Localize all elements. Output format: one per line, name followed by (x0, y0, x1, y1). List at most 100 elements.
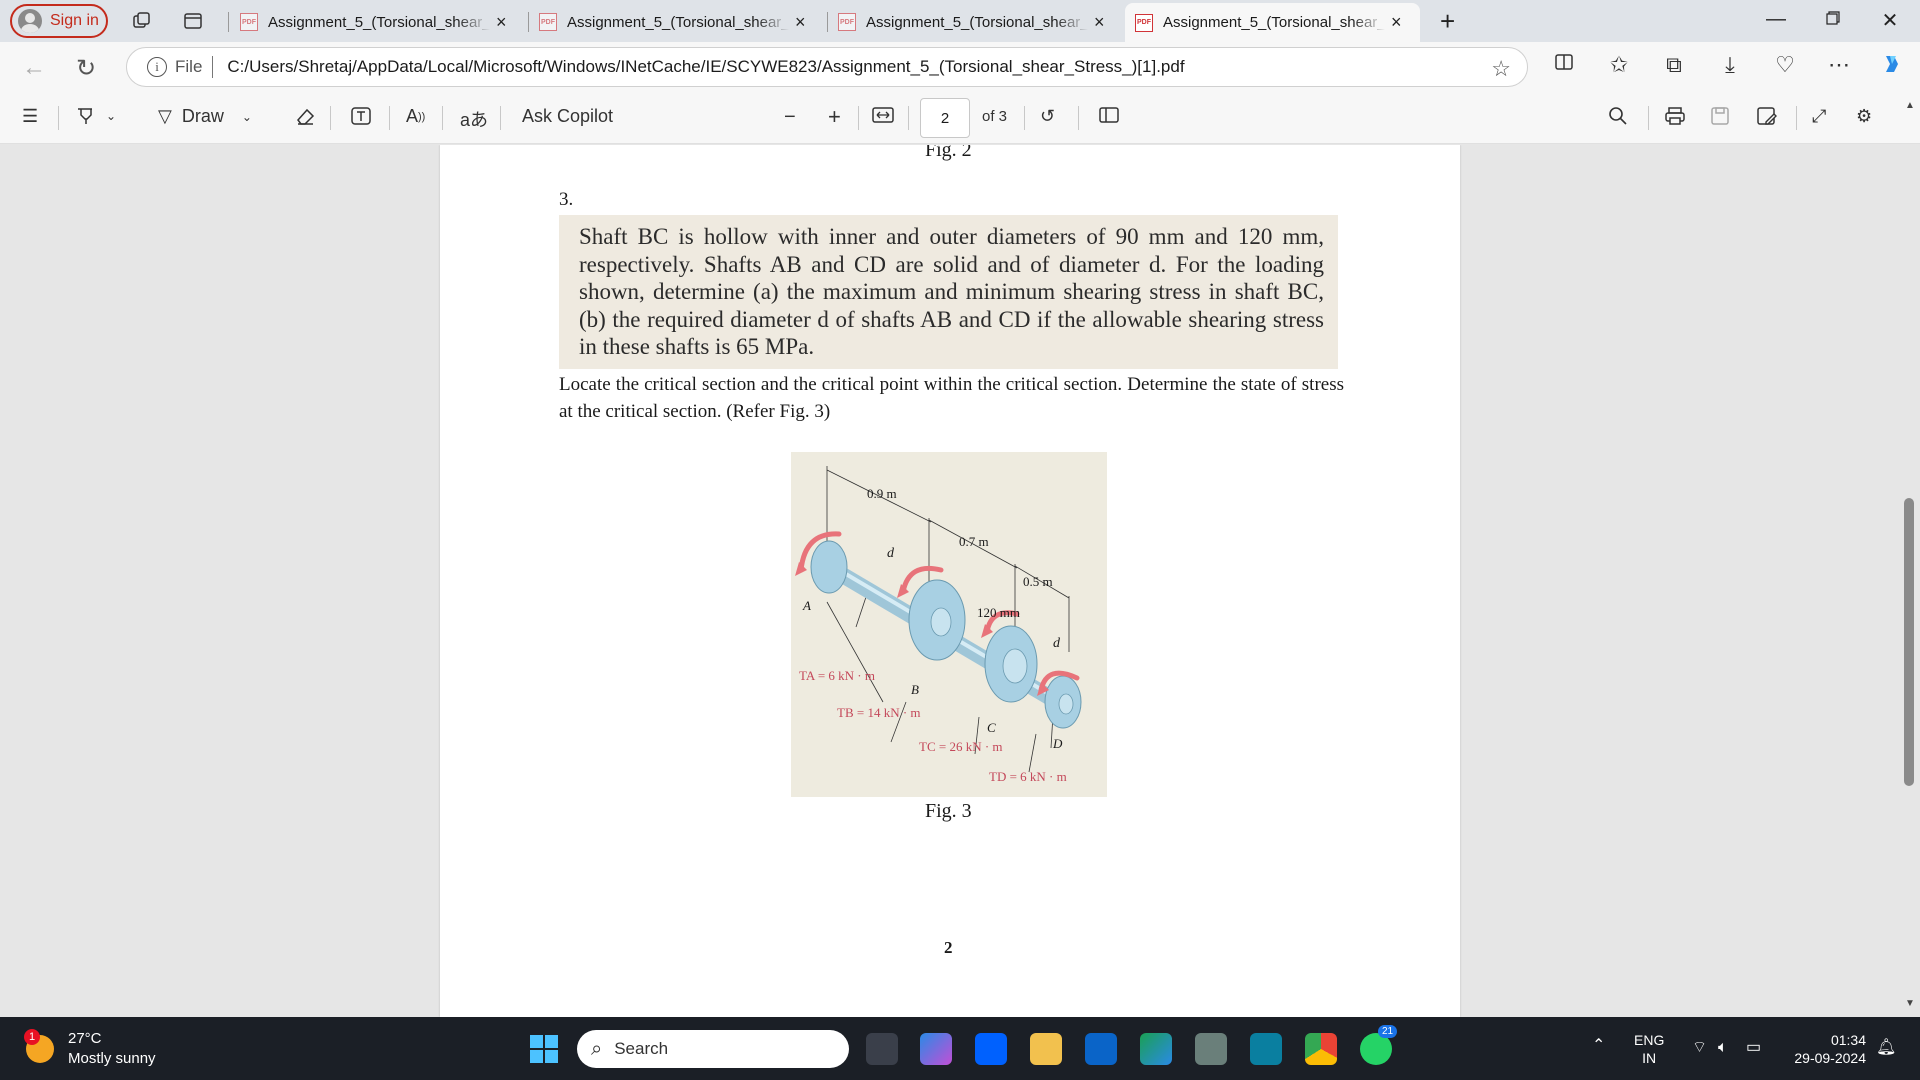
dropbox-icon[interactable] (975, 1033, 1007, 1065)
zoom-out-icon[interactable]: − (784, 106, 796, 129)
sign-in-button[interactable]: Sign in (10, 4, 108, 38)
scroll-down-arrow-icon[interactable]: ▼ (1905, 998, 1915, 1009)
close-tab-icon[interactable]: × (496, 12, 507, 33)
torque-d-label: TD = 6 kN · m (989, 769, 1067, 784)
taskbar-search-box[interactable]: ⌕ Search (577, 1030, 849, 1068)
weather-widget[interactable]: 1 27°C Mostly sunny (24, 1029, 156, 1069)
back-arrow-icon[interactable]: ← (22, 54, 46, 82)
fullscreen-icon[interactable]: ⤢ (1812, 106, 1826, 127)
chevron-down-icon[interactable]: ⌄ (242, 110, 252, 124)
torque-b-label: TB = 14 kN · m (837, 705, 921, 720)
page-number-input[interactable]: 2 (920, 98, 970, 138)
print-icon[interactable] (1664, 106, 1686, 126)
language-code: ENG (1634, 1032, 1665, 1048)
volume-icon[interactable]: 🔈︎ (1718, 1039, 1728, 1057)
torque-a-label: TA = 6 kN · m (799, 668, 875, 683)
chatgpt-icon[interactable] (1195, 1033, 1227, 1065)
figure-2-caption: Fig. 2 (925, 145, 972, 161)
contents-list-icon[interactable]: ☰ (22, 106, 38, 127)
search-label: Search (614, 1039, 669, 1058)
fit-to-width-icon[interactable] (872, 106, 894, 124)
close-tab-icon[interactable]: × (1094, 12, 1105, 33)
rotate-icon[interactable]: ↺ (1040, 106, 1055, 127)
arduino-icon[interactable] (1250, 1033, 1282, 1065)
save-as-icon[interactable] (1756, 106, 1778, 126)
restore-icon[interactable] (1813, 8, 1853, 31)
edge-browser-icon[interactable] (1140, 1033, 1172, 1065)
pdf-file-icon: PDF (240, 13, 258, 31)
ask-copilot-button[interactable]: Ask Copilot (522, 106, 613, 127)
minimize-icon[interactable]: — (1756, 8, 1796, 31)
find-icon[interactable] (1608, 106, 1628, 126)
workspaces-icon[interactable] (129, 8, 155, 34)
diameter-d-label-cd: d (1053, 636, 1060, 651)
tab-title: Assignment_5_(Torsional_shear_Stress_)[1… (866, 13, 1088, 31)
scroll-up-arrow-icon[interactable]: ▲ (1905, 100, 1915, 111)
toolbar-separator (442, 106, 443, 130)
info-icon[interactable]: i (147, 57, 167, 77)
chevron-down-icon[interactable]: ⌄ (106, 109, 116, 123)
outlook-icon[interactable] (1085, 1033, 1117, 1065)
pdf-viewer[interactable]: Fig. 2 3. Shaft BC is hollow with inner … (0, 145, 1920, 1017)
language-indicator[interactable]: ENG IN (1634, 1031, 1664, 1067)
sound-waves-icon: )) (418, 110, 426, 123)
pdf-file-icon: PDF (539, 13, 557, 31)
instruction-text: Locate the critical section and the crit… (559, 374, 1344, 422)
translate-icon[interactable]: aあ (460, 106, 488, 132)
favorites-icon[interactable]: ✩ (1603, 52, 1635, 78)
clock[interactable]: 01:34 29-09-2024 (1786, 1031, 1866, 1067)
tab-title: Assignment_5_(Torsional_shear_Stress_)[1… (567, 13, 789, 31)
show-hidden-icons-chevron-icon[interactable]: ⌃ (1592, 1037, 1605, 1055)
tab-4-active[interactable]: PDF Assignment_5_(Torsional_shear_Stress… (1125, 3, 1420, 42)
more-menu-icon[interactable]: ⋯ (1823, 52, 1855, 78)
erase-icon[interactable] (294, 106, 316, 126)
scrollbar-thumb[interactable] (1904, 498, 1914, 786)
point-d-label: D (1053, 736, 1063, 751)
copilot-icon[interactable] (1876, 52, 1908, 82)
tab-title: Assignment_5_(Torsional_shear_Stress_)[1… (1163, 14, 1385, 31)
vertical-scrollbar[interactable]: ▲ ▼ (1898, 92, 1920, 1017)
favorite-star-icon[interactable]: ☆ (1491, 56, 1511, 82)
collections-icon[interactable]: ⧉ (1658, 52, 1690, 78)
problem-text: Shaft BC is hollow with inner and outer … (579, 224, 1324, 359)
draw-button[interactable]: ▽ Draw ⌄ (158, 106, 252, 127)
pdf-file-icon: PDF (1135, 13, 1153, 32)
close-tab-icon[interactable]: × (1391, 12, 1402, 33)
file-explorer-icon[interactable] (1030, 1033, 1062, 1065)
page-view-icon[interactable] (1098, 106, 1120, 124)
highlight-icon[interactable]: ⌄ (76, 106, 116, 126)
tab-3[interactable]: PDF Assignment_5_(Torsional_shear_Stress… (828, 4, 1123, 40)
read-aloud-icon: A (406, 106, 419, 126)
task-view-icon[interactable] (866, 1033, 898, 1065)
split-screen-icon[interactable] (1548, 52, 1580, 78)
add-text-icon[interactable] (350, 106, 372, 126)
zoom-in-icon[interactable]: + (828, 104, 841, 130)
chrome-icon[interactable] (1305, 1033, 1337, 1065)
battery-icon[interactable]: ▭ (1746, 1039, 1761, 1057)
wifi-icon[interactable]: ⌔ (1692, 1039, 1707, 1057)
refresh-icon[interactable]: ↻ (76, 54, 96, 83)
tab-title: Assignment_5_(Torsional_shear_Stress_)[1… (268, 13, 490, 31)
toolbar-separator (908, 106, 909, 130)
read-aloud-button[interactable]: A)) (406, 106, 425, 127)
tab-2[interactable]: PDF Assignment_5_(Torsional_shear_Stress… (529, 4, 824, 40)
url-field[interactable]: i File C:/Users/Shretaj/AppData/Local/Mi… (126, 47, 1528, 87)
copilot-app-icon[interactable] (920, 1033, 952, 1065)
sun-icon: 1 (24, 1029, 54, 1063)
close-window-icon[interactable]: ✕ (1870, 8, 1910, 33)
new-tab-button[interactable]: + (1440, 6, 1455, 37)
tab-actions-icon[interactable] (180, 8, 206, 34)
close-tab-icon[interactable]: × (795, 12, 806, 33)
taskbar: 1 27°C Mostly sunny ⌕ Search 21 ⌃ ENG IN… (0, 1017, 1920, 1080)
toolbar-separator (1648, 106, 1649, 130)
save-icon[interactable] (1710, 106, 1730, 126)
url-scheme-label: File (175, 57, 203, 76)
notification-bell-icon[interactable]: 🔔︎ (1876, 1039, 1896, 1057)
settings-gear-icon[interactable]: ⚙ (1856, 106, 1872, 127)
tab-1[interactable]: PDF Assignment_5_(Torsional_shear_Stress… (230, 4, 525, 40)
browser-essentials-icon[interactable]: ♡ (1769, 52, 1801, 78)
downloads-icon[interactable]: ⤓ (1714, 52, 1746, 78)
windows-start-icon[interactable] (530, 1035, 558, 1063)
profile-avatar-icon (18, 9, 42, 33)
whatsapp-icon[interactable]: 21 (1360, 1025, 1398, 1065)
